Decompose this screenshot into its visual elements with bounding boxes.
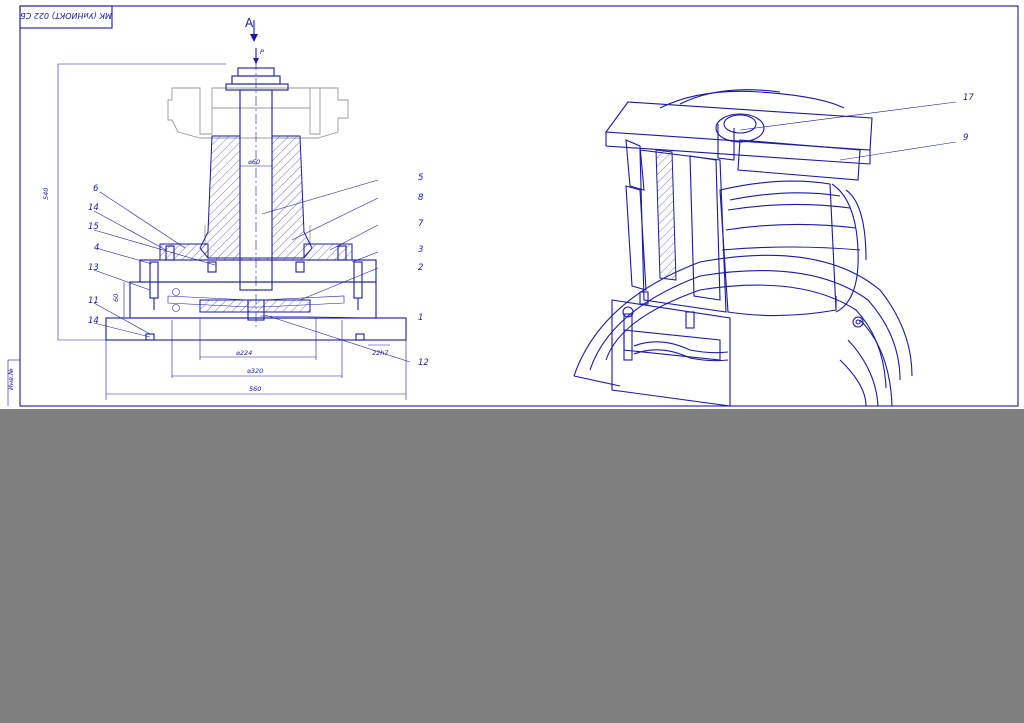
- force-label: P: [260, 48, 264, 56]
- empty-area: [0, 409, 1024, 723]
- part-label-15: 15: [88, 222, 99, 232]
- view-arrow-icon: [250, 34, 258, 42]
- stamp-text: МК (УиНИОКТ) 022 СБ: [20, 11, 112, 20]
- part-label-14-bottom: 14: [88, 316, 99, 326]
- drawing-frame: [19, 5, 1019, 407]
- part-label-1: 1: [418, 313, 423, 323]
- part-label-8: 8: [418, 193, 424, 203]
- part-label-14-top: 14: [88, 203, 99, 213]
- part-label-2: 2: [418, 263, 423, 273]
- dim-width: 560: [249, 385, 261, 393]
- part-label-4: 4: [94, 243, 99, 253]
- drawing-sheet: МК (УиНИОКТ) 022 СБ Инв.№ A P 540 60 ⌀60…: [0, 0, 1024, 409]
- isometric-view: [573, 89, 957, 407]
- dim-bore: ⌀60: [248, 158, 260, 166]
- dim-inner: ⌀224: [236, 349, 252, 357]
- part-label-3: 3: [418, 245, 423, 255]
- part-label-7: 7: [418, 219, 424, 229]
- view-label: A: [245, 16, 254, 30]
- part-label-6: 6: [93, 184, 99, 194]
- part-label-12: 12: [418, 358, 429, 368]
- part-label-5: 5: [418, 173, 423, 183]
- part-label-13: 13: [88, 263, 99, 273]
- technical-drawing: МК (УиНИОКТ) 022 СБ Инв.№ A P 540 60 ⌀60…: [7, 5, 1019, 407]
- part-label-9: 9: [963, 133, 968, 143]
- dim-fit: 22h7: [372, 349, 389, 357]
- dim-outer: ⌀320: [247, 367, 263, 375]
- dim-depth: 60: [112, 294, 120, 302]
- part-label-17: 17: [963, 93, 974, 103]
- housing-top: [139, 259, 377, 283]
- title-stamp: МК (УиНИОКТ) 022 СБ: [19, 5, 113, 29]
- side-stamp: Инв.№: [7, 368, 15, 390]
- dim-height: 540: [42, 188, 50, 200]
- part-label-11: 11: [88, 296, 99, 306]
- membrane: [199, 299, 311, 313]
